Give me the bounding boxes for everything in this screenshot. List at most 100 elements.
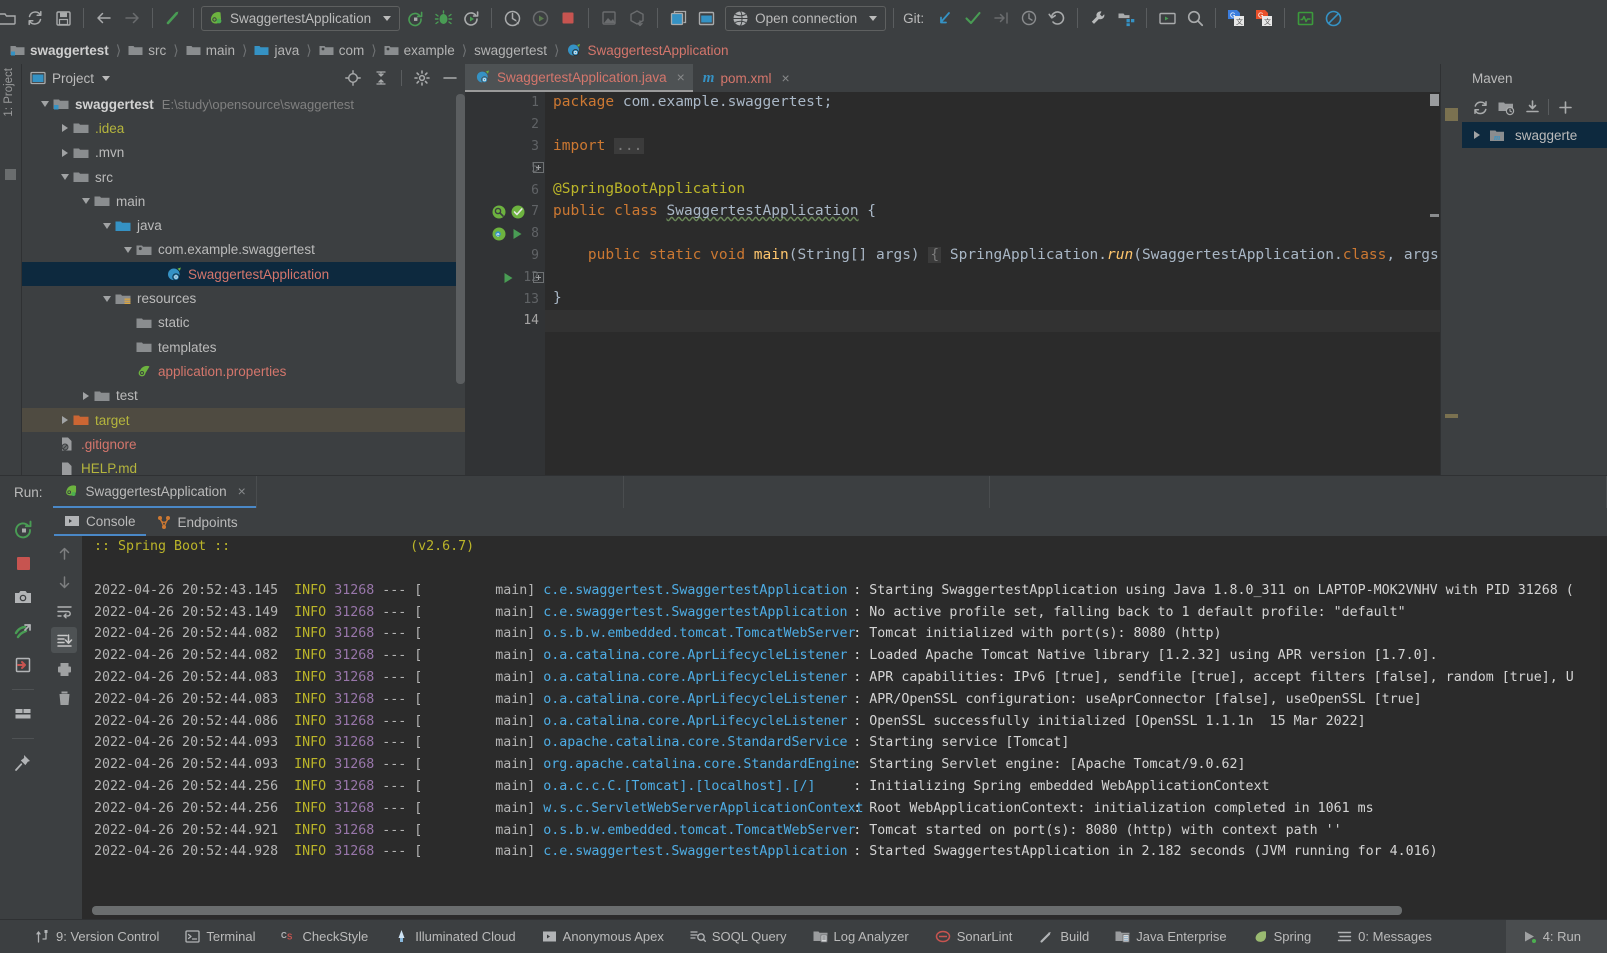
chevron-down-icon[interactable] xyxy=(383,16,391,21)
tree-node-target[interactable]: target xyxy=(22,408,465,432)
breadcrumb-item-example[interactable]: example xyxy=(382,43,457,58)
google-translate-blue-icon[interactable]: G文 xyxy=(1223,5,1249,31)
wrench-icon[interactable] xyxy=(1085,5,1111,31)
status-item-soql-query[interactable]: SOQL Query xyxy=(677,929,800,944)
spring-bean-search-icon[interactable] xyxy=(491,204,507,220)
project-tree-scrollbar[interactable] xyxy=(456,94,465,384)
stop-icon[interactable] xyxy=(10,550,36,576)
breadcrumb-item-class[interactable]: SwaggertestApplication xyxy=(564,42,730,58)
tree-node-static[interactable]: static xyxy=(22,311,465,335)
code-content[interactable]: package com.example.swaggertest; import … xyxy=(545,92,1440,475)
hide-panel-icon[interactable] xyxy=(439,67,461,89)
status-item-run[interactable]: 4: Run xyxy=(1506,920,1607,953)
tree-node-test[interactable]: test xyxy=(22,384,465,408)
editor-gutter[interactable]: 1 2 3 5 6 7 8 9 12 13 14 xyxy=(465,92,545,475)
tree-node-swaggertestapplication[interactable]: SwaggertestApplication xyxy=(22,262,465,286)
tree-node-mvn[interactable]: .mvn xyxy=(22,141,465,165)
status-item-log-analyzer[interactable]: Log Analyzer xyxy=(800,929,922,944)
gutter-marks-line-7[interactable]: e xyxy=(491,223,524,245)
chevron-down-icon[interactable] xyxy=(121,247,135,253)
status-item-terminal[interactable]: Terminal xyxy=(172,929,268,944)
sync-icon[interactable] xyxy=(22,5,48,31)
terminal-icon[interactable] xyxy=(1154,5,1180,31)
run-with-coverage-icon[interactable] xyxy=(458,5,484,31)
tree-node-swaggertest[interactable]: swaggertest E:\study\opensource\swaggert… xyxy=(22,92,465,116)
maven-tree-root[interactable]: m swaggerte xyxy=(1462,122,1607,148)
close-icon[interactable]: × xyxy=(677,69,685,85)
tree-node-resources[interactable]: resources xyxy=(22,286,465,310)
tree-node-main[interactable]: main xyxy=(22,189,465,213)
chevron-down-icon[interactable] xyxy=(79,198,93,204)
layout-icon[interactable] xyxy=(10,701,36,727)
project-structure-icon[interactable] xyxy=(1113,5,1139,31)
save-icon[interactable] xyxy=(50,5,76,31)
run-icon[interactable] xyxy=(402,5,428,31)
breadcrumb-item-main[interactable]: main xyxy=(184,43,237,58)
editor-tab-pom-xml[interactable]: m pom.xml × xyxy=(693,64,798,92)
spring-boot-icon[interactable]: e xyxy=(491,226,507,242)
chevron-right-icon[interactable] xyxy=(79,392,93,400)
console-output[interactable]: :: Spring Boot ::(v2.6.7) 2022-04-26 20:… xyxy=(82,536,1607,919)
tree-node-application-properties[interactable]: application.properties xyxy=(22,359,465,383)
breadcrumb-item-java[interactable]: java xyxy=(252,43,301,58)
chevron-down-icon[interactable] xyxy=(58,174,72,180)
tree-node-help-md[interactable]: HELP.md xyxy=(22,456,465,475)
git-update-icon[interactable] xyxy=(932,5,958,31)
tree-node-templates[interactable]: templates xyxy=(22,335,465,359)
breadcrumb-item-com[interactable]: com xyxy=(317,43,367,58)
run-tab-swaggertestapplication[interactable]: SwaggertestApplication × xyxy=(53,476,256,508)
back-arrow-icon[interactable] xyxy=(91,5,117,31)
tab-console[interactable]: Console xyxy=(54,508,146,536)
no-entry-icon[interactable] xyxy=(1320,5,1346,31)
tree-node-gitignore[interactable]: .gitignore xyxy=(22,432,465,456)
add-maven-project-icon[interactable] xyxy=(1494,95,1518,119)
search-icon[interactable] xyxy=(1182,5,1208,31)
print-icon[interactable] xyxy=(51,656,77,682)
tab-endpoints[interactable]: Endpoints xyxy=(146,508,248,536)
pin-icon[interactable] xyxy=(10,750,36,776)
fold-handle-import[interactable] xyxy=(533,157,544,179)
debug-icon[interactable] xyxy=(430,5,456,31)
status-item-version-control[interactable]: 9: Version Control xyxy=(22,929,172,944)
gutter-marks-line-6[interactable] xyxy=(491,201,526,223)
close-icon[interactable]: × xyxy=(238,483,246,499)
git-rollback-icon[interactable] xyxy=(1044,5,1070,31)
scroll-up-icon[interactable] xyxy=(51,540,77,566)
chevron-right-icon[interactable] xyxy=(1470,131,1484,139)
maximize-icon[interactable] xyxy=(693,5,719,31)
stop-icon[interactable] xyxy=(555,5,581,31)
editor-tab-swaggertestapplication[interactable]: SwaggertestApplication.java × xyxy=(465,64,693,92)
scroll-down-icon[interactable] xyxy=(51,569,77,595)
status-item-sonarlint[interactable]: SonarLint xyxy=(922,929,1026,944)
google-translate-red-icon[interactable]: G文 xyxy=(1251,5,1277,31)
fold-handle-main[interactable] xyxy=(533,267,544,289)
soft-wrap-icon[interactable] xyxy=(51,598,77,624)
gutter-marks-line-9[interactable] xyxy=(501,267,515,289)
status-item-java-enterprise[interactable]: Java Enterprise xyxy=(1102,929,1239,944)
tree-node-src[interactable]: src xyxy=(22,165,465,189)
editor-body[interactable]: 1 2 3 5 6 7 8 9 12 13 14 xyxy=(465,92,1440,475)
chevron-down-icon[interactable] xyxy=(102,76,110,81)
git-commit-icon[interactable] xyxy=(960,5,986,31)
run-green-arrow-icon[interactable] xyxy=(501,271,515,285)
collapse-all-icon[interactable] xyxy=(370,67,392,89)
editor-marker-bar[interactable] xyxy=(1428,92,1440,475)
exit-icon[interactable] xyxy=(10,652,36,678)
open-folder-icon[interactable] xyxy=(0,5,20,31)
connection-selector[interactable]: Open connection xyxy=(725,6,886,31)
run-configuration-selector[interactable]: SwaggertestApplication xyxy=(201,6,400,31)
status-run-inner[interactable]: 4: Run xyxy=(1506,929,1607,944)
add-icon[interactable] xyxy=(1553,95,1577,119)
status-item-checkstyle[interactable]: CS CheckStyle xyxy=(268,929,381,944)
locate-icon[interactable] xyxy=(342,67,364,89)
monitor-icon[interactable] xyxy=(1292,5,1318,31)
status-item-spring[interactable]: Spring xyxy=(1240,929,1325,944)
scroll-to-end-icon[interactable] xyxy=(51,627,77,653)
chevron-down-icon[interactable] xyxy=(38,101,52,107)
chevron-right-icon[interactable] xyxy=(58,124,72,132)
tree-node-idea[interactable]: .idea xyxy=(22,116,465,140)
thread-dump-icon[interactable] xyxy=(10,618,36,644)
download-sources-icon[interactable] xyxy=(1520,95,1544,119)
console-horizontal-scrollbar[interactable] xyxy=(92,906,1402,915)
chevron-right-icon[interactable] xyxy=(58,149,72,157)
